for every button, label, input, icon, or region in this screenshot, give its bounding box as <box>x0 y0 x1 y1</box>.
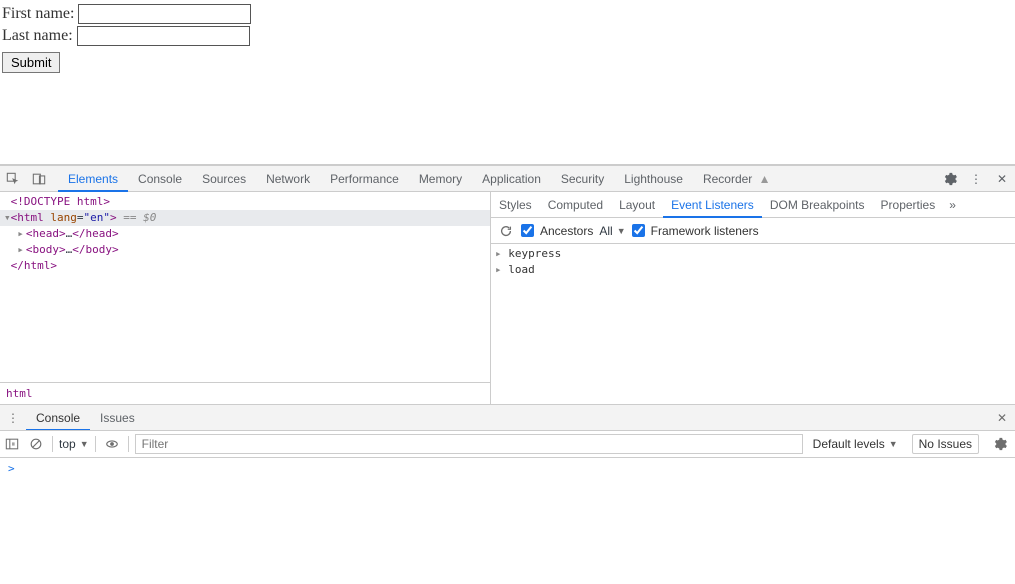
console-body[interactable]: > <box>0 458 1015 584</box>
side-tab-event-listeners[interactable]: Event Listeners <box>663 192 762 218</box>
device-toggle-icon[interactable] <box>26 166 52 192</box>
tab-network[interactable]: Network <box>256 166 320 192</box>
event-list: keypress load <box>491 244 1015 404</box>
tab-performance[interactable]: Performance <box>320 166 409 192</box>
framework-listeners-label: Framework listeners <box>651 224 759 238</box>
recorder-badge-icon: ▲ <box>759 172 771 186</box>
close-devtools-icon[interactable]: ✕ <box>989 166 1015 192</box>
devtools-drawer-toolbar: ⋮ Console Issues ✕ <box>0 404 1015 430</box>
devtools-main-toolbar: Elements Console Sources Network Perform… <box>0 166 1015 192</box>
separator <box>128 436 129 452</box>
side-tab-dom-breakpoints[interactable]: DOM Breakpoints <box>762 192 873 218</box>
event-load[interactable]: load <box>495 262 1011 278</box>
ancestors-label: Ancestors <box>540 224 593 238</box>
tab-memory[interactable]: Memory <box>409 166 472 192</box>
inspect-icon[interactable] <box>0 166 26 192</box>
drawer-tab-issues[interactable]: Issues <box>90 405 145 431</box>
chevron-down-icon: ▼ <box>617 226 626 236</box>
console-levels-picker[interactable]: Default levels ▼ <box>807 437 904 451</box>
elements-panel: <!DOCTYPE html> ▾<html lang="en"> == $0 … <box>0 192 491 404</box>
drawer-close-icon[interactable]: ✕ <box>989 405 1015 431</box>
separator <box>52 436 53 452</box>
tab-security[interactable]: Security <box>551 166 614 192</box>
dom-breadcrumbs[interactable]: html <box>0 382 490 404</box>
no-issues-button[interactable]: No Issues <box>912 434 979 454</box>
console-sidebar-toggle-icon[interactable] <box>2 431 22 457</box>
console-prompt: > <box>8 462 15 475</box>
devtools: Elements Console Sources Network Perform… <box>0 165 1015 584</box>
clear-console-icon[interactable] <box>26 431 46 457</box>
tab-lighthouse[interactable]: Lighthouse <box>614 166 693 192</box>
breadcrumb-html[interactable]: html <box>6 387 33 400</box>
side-tabs: Styles Computed Layout Event Listeners D… <box>491 192 1015 218</box>
page-content: First name: Last name: Submit <box>0 0 1015 165</box>
last-name-row: Last name: <box>2 26 1013 46</box>
side-tabs-more-icon[interactable]: » <box>943 198 962 212</box>
submit-button[interactable]: Submit <box>2 52 60 73</box>
tab-application[interactable]: Application <box>472 166 551 192</box>
listener-filter-dropdown[interactable]: All ▼ <box>599 224 625 238</box>
console-settings-gear-icon[interactable] <box>987 431 1013 457</box>
elements-side-panel: Styles Computed Layout Event Listeners D… <box>491 192 1015 404</box>
console-context-picker[interactable]: top ▼ <box>59 437 89 451</box>
dom-html-open[interactable]: ▾<html lang="en"> == $0 <box>0 210 490 226</box>
separator <box>95 436 96 452</box>
devtools-middle: <!DOCTYPE html> ▾<html lang="en"> == $0 … <box>0 192 1015 404</box>
tab-sources[interactable]: Sources <box>192 166 256 192</box>
tab-elements[interactable]: Elements <box>58 166 128 192</box>
event-keypress[interactable]: keypress <box>495 246 1011 262</box>
chevron-down-icon: ▼ <box>889 439 898 449</box>
side-tab-layout[interactable]: Layout <box>611 192 663 218</box>
dom-body[interactable]: <body>…</body> <box>0 242 490 258</box>
kebab-menu-icon[interactable]: ⋮ <box>963 166 989 192</box>
live-expression-icon[interactable] <box>102 431 122 457</box>
last-name-label: Last name: <box>2 27 73 45</box>
side-tab-properties[interactable]: Properties <box>873 192 944 218</box>
console-toolbar: top ▼ Default levels ▼ No Issues <box>0 430 1015 458</box>
framework-listeners-checkbox[interactable] <box>632 224 645 237</box>
first-name-label: First name: <box>2 5 74 23</box>
ancestors-checkbox[interactable] <box>521 224 534 237</box>
side-tab-computed[interactable]: Computed <box>540 192 611 218</box>
drawer-tab-console[interactable]: Console <box>26 405 90 431</box>
devtools-main-tabs: Elements Console Sources Network Perform… <box>58 166 781 192</box>
dom-tree[interactable]: <!DOCTYPE html> ▾<html lang="en"> == $0 … <box>0 192 490 382</box>
side-tab-styles[interactable]: Styles <box>491 192 540 218</box>
tab-console[interactable]: Console <box>128 166 192 192</box>
first-name-input[interactable] <box>78 4 251 24</box>
gear-icon[interactable] <box>937 166 963 192</box>
dom-head[interactable]: <head>…</head> <box>0 226 490 242</box>
tab-recorder[interactable]: Recorder ▲ <box>693 166 781 192</box>
refresh-icon[interactable] <box>497 222 515 240</box>
dom-html-close[interactable]: </html> <box>0 258 490 274</box>
drawer-kebab-icon[interactable]: ⋮ <box>0 405 26 431</box>
dom-doctype[interactable]: <!DOCTYPE html> <box>0 194 490 210</box>
first-name-row: First name: <box>2 4 1013 24</box>
chevron-down-icon: ▼ <box>80 439 89 449</box>
last-name-input[interactable] <box>77 26 250 46</box>
listener-toolbar: Ancestors All ▼ Framework listeners <box>491 218 1015 244</box>
console-filter-input[interactable] <box>135 434 803 454</box>
